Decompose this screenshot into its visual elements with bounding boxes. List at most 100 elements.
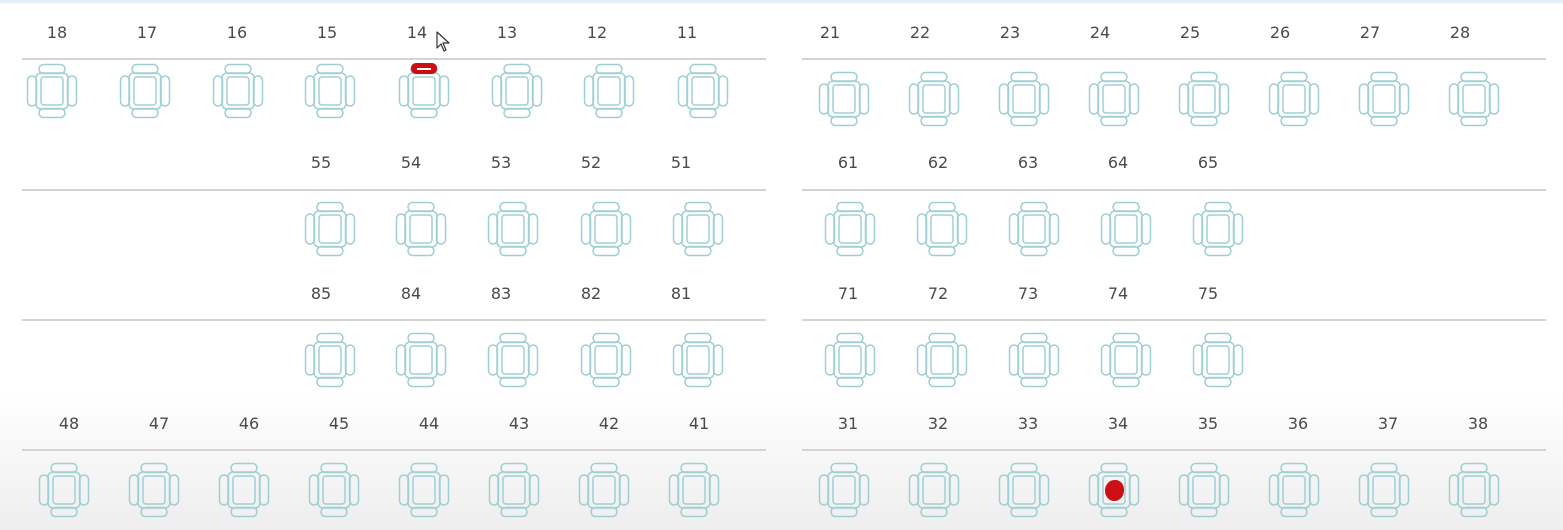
tooth-31[interactable]	[818, 462, 870, 518]
tooth-number-label: 21	[819, 23, 841, 42]
tooth-icon	[1358, 462, 1410, 518]
tooth-icon	[1192, 332, 1244, 388]
tooth-number-label: 47	[148, 414, 170, 433]
tooth-15[interactable]	[304, 63, 356, 119]
tooth-12[interactable]	[583, 63, 635, 119]
tooth-63[interactable]	[1008, 201, 1060, 257]
tooth-number-label: 72	[927, 284, 949, 303]
tooth-icon	[304, 201, 356, 257]
tooth-number-label: 46	[238, 414, 260, 433]
tooth-26[interactable]	[1268, 71, 1320, 127]
tooth-25[interactable]	[1178, 71, 1230, 127]
tooth-icon	[487, 332, 539, 388]
tooth-43[interactable]	[488, 462, 540, 518]
tooth-32[interactable]	[908, 462, 960, 518]
tooth-72[interactable]	[916, 332, 968, 388]
tooth-number-label: 15	[316, 23, 338, 42]
tooth-64[interactable]	[1100, 201, 1152, 257]
tooth-17[interactable]	[119, 63, 171, 119]
row-upper-deciduous: 55 54 53 52 51 61 62 63 64 65	[0, 130, 1563, 260]
tooth-11[interactable]	[677, 63, 729, 119]
tooth-33[interactable]	[998, 462, 1050, 518]
tooth-46[interactable]	[218, 462, 270, 518]
tooth-51[interactable]	[672, 201, 724, 257]
tooth-84[interactable]	[395, 332, 447, 388]
tooth-54[interactable]	[395, 201, 447, 257]
tooth-61[interactable]	[824, 201, 876, 257]
tooth-41[interactable]	[668, 462, 720, 518]
tooth-48[interactable]	[38, 462, 90, 518]
tooth-number-label: 23	[999, 23, 1021, 42]
tooth-number-label: 85	[310, 284, 332, 303]
right-divider-line	[802, 58, 1546, 60]
tooth-42[interactable]	[578, 462, 630, 518]
tooth-number-label: 41	[688, 414, 710, 433]
tooth-number-label: 62	[927, 153, 949, 172]
tooth-13[interactable]	[491, 63, 543, 119]
tooth-number-label: 38	[1467, 414, 1489, 433]
tooth-icon	[668, 462, 720, 518]
tooth-icon	[488, 462, 540, 518]
tooth-23[interactable]	[998, 71, 1050, 127]
tooth-icon	[818, 462, 870, 518]
tooth-47[interactable]	[128, 462, 180, 518]
tooth-icon	[908, 462, 960, 518]
tooth-45[interactable]	[308, 462, 360, 518]
tooth-53[interactable]	[487, 201, 539, 257]
tooth-number-label: 64	[1107, 153, 1129, 172]
tooth-number-label: 34	[1107, 414, 1129, 433]
tooth-71[interactable]	[824, 332, 876, 388]
tooth-24[interactable]	[1088, 71, 1140, 127]
tooth-icon	[1178, 71, 1230, 127]
tooth-icon	[491, 63, 543, 119]
mouse-cursor-icon	[436, 31, 450, 52]
tooth-number-label: 42	[598, 414, 620, 433]
tooth-37[interactable]	[1358, 462, 1410, 518]
tooth-number-label: 73	[1017, 284, 1039, 303]
tooth-18[interactable]	[26, 63, 78, 119]
tooth-icon	[1100, 201, 1152, 257]
tooth-number-label: 13	[496, 23, 518, 42]
tooth-44[interactable]	[398, 462, 450, 518]
tooth-65[interactable]	[1192, 201, 1244, 257]
tooth-21[interactable]	[818, 71, 870, 127]
tooth-number-label: 11	[676, 23, 698, 42]
tooth-number-label: 26	[1269, 23, 1291, 42]
tooth-52[interactable]	[580, 201, 632, 257]
left-divider-line	[22, 319, 766, 321]
tooth-35[interactable]	[1178, 462, 1230, 518]
tooth-icon	[578, 462, 630, 518]
tooth-icon	[212, 63, 264, 119]
tooth-81[interactable]	[672, 332, 724, 388]
tooth-icon	[308, 462, 360, 518]
tooth-number-label: 82	[580, 284, 602, 303]
tooth-55[interactable]	[304, 201, 356, 257]
tooth-14[interactable]	[398, 63, 450, 119]
tooth-number-label: 27	[1359, 23, 1381, 42]
tooth-icon	[1008, 201, 1060, 257]
tooth-34[interactable]	[1088, 462, 1140, 518]
tooth-73[interactable]	[1008, 332, 1060, 388]
tooth-75[interactable]	[1192, 332, 1244, 388]
tooth-number-label: 22	[909, 23, 931, 42]
tooth-85[interactable]	[304, 332, 356, 388]
tooth-36[interactable]	[1268, 462, 1320, 518]
tooth-82[interactable]	[580, 332, 632, 388]
tooth-icon	[998, 462, 1050, 518]
tooth-38[interactable]	[1448, 462, 1500, 518]
tooth-icon	[580, 332, 632, 388]
tooth-74[interactable]	[1100, 332, 1152, 388]
left-divider-line	[22, 449, 766, 451]
tooth-icon	[218, 462, 270, 518]
row-upper: 18 17 16 15 14 13 12 11 21 22 23 24 25 2…	[0, 0, 1563, 130]
tooth-16[interactable]	[212, 63, 264, 119]
tooth-number-label: 31	[837, 414, 859, 433]
tooth-83[interactable]	[487, 332, 539, 388]
left-divider-line	[22, 189, 766, 191]
tooth-28[interactable]	[1448, 71, 1500, 127]
tooth-icon	[824, 201, 876, 257]
tooth-22[interactable]	[908, 71, 960, 127]
tooth-27[interactable]	[1358, 71, 1410, 127]
tooth-number-label: 37	[1377, 414, 1399, 433]
tooth-62[interactable]	[916, 201, 968, 257]
